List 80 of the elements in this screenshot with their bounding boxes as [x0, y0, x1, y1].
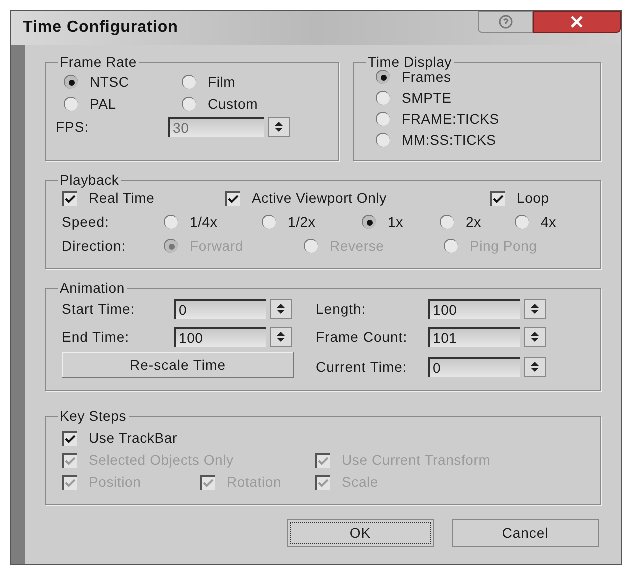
- checkbox[interactable]: [490, 190, 505, 206]
- rescale-button[interactable]: Re-scale Time: [62, 352, 294, 378]
- spinner-arrows-icon: [531, 360, 539, 372]
- checkmark-icon: [493, 194, 504, 204]
- radio-button[interactable]: [164, 215, 178, 229]
- option-label[interactable]: Custom: [208, 95, 258, 113]
- option-label[interactable]: 4x: [541, 213, 556, 231]
- field-label: End Time:: [62, 328, 131, 346]
- option-label[interactable]: SMPTE: [402, 89, 452, 107]
- checkmark-icon: [228, 194, 239, 204]
- radio-button[interactable]: [362, 215, 376, 229]
- option-label[interactable]: Use TrackBar: [89, 429, 178, 447]
- input-field[interactable]: 0: [174, 299, 266, 319]
- spinner-arrows-icon: [531, 331, 539, 343]
- spinner-button[interactable]: [524, 356, 546, 376]
- radio-button[interactable]: [64, 97, 78, 111]
- input-field[interactable]: 101: [428, 327, 520, 347]
- spinner-button[interactable]: [268, 117, 290, 137]
- input-field[interactable]: 100: [428, 299, 520, 319]
- spinner-arrows-icon: [275, 121, 283, 133]
- close-icon: [570, 16, 584, 28]
- radio-button[interactable]: [376, 112, 390, 126]
- checkbox[interactable]: [62, 190, 77, 206]
- checkmark-icon: [65, 456, 76, 466]
- radio-button[interactable]: [376, 91, 390, 105]
- ok-button[interactable]: OK: [287, 519, 434, 547]
- close-button[interactable]: [533, 11, 621, 33]
- cancel-button[interactable]: Cancel: [452, 519, 599, 547]
- spinner-arrows-icon: [531, 303, 539, 315]
- spinner-button[interactable]: [270, 299, 292, 319]
- group-title: Animation: [59, 279, 126, 297]
- option-label[interactable]: FRAME:TICKS: [402, 110, 500, 128]
- field-label: Length:: [316, 300, 368, 318]
- group-title: Playback: [59, 171, 120, 189]
- help-icon: [498, 15, 512, 29]
- field-label: Direction:: [62, 237, 128, 255]
- radio-button[interactable]: [376, 133, 390, 147]
- input-field[interactable]: 0: [428, 356, 520, 376]
- window-title: Time Configuration: [23, 19, 178, 37]
- spinner-button[interactable]: [270, 327, 292, 347]
- option-label[interactable]: Film: [208, 73, 236, 91]
- checkmark-icon: [318, 456, 329, 466]
- field-label: Frame Count:: [316, 328, 409, 346]
- field-label: Current Time:: [316, 358, 408, 376]
- radio-button[interactable]: [440, 215, 454, 229]
- checkmark-icon: [65, 194, 76, 204]
- field-label: FPS:: [56, 118, 90, 136]
- option-label[interactable]: PAL: [90, 95, 116, 113]
- field-label: Start Time:: [62, 300, 136, 318]
- spinner-button[interactable]: [524, 299, 546, 319]
- checkmark-icon: [318, 478, 329, 488]
- radio-button[interactable]: [262, 215, 276, 229]
- checkbox[interactable]: [225, 190, 240, 206]
- group-title: Key Steps: [59, 407, 128, 425]
- help-button[interactable]: [478, 11, 533, 33]
- option-label[interactable]: Real Time: [89, 189, 155, 207]
- option-label[interactable]: NTSC: [90, 73, 130, 91]
- option-label[interactable]: MM:SS:TICKS: [402, 131, 496, 149]
- checkmark-icon: [65, 478, 76, 488]
- radio-button[interactable]: [376, 70, 390, 84]
- radio-button[interactable]: [182, 75, 196, 89]
- checkmark-icon: [203, 478, 214, 488]
- group-title: Frame Rate: [59, 53, 138, 71]
- option-label[interactable]: 2x: [466, 213, 482, 231]
- spinner-arrows-icon: [277, 303, 285, 315]
- spinner-button[interactable]: [524, 327, 546, 347]
- option-label[interactable]: 1x: [388, 213, 404, 231]
- option-label[interactable]: Loop: [517, 189, 550, 207]
- field-label: Speed:: [62, 213, 110, 231]
- option-label[interactable]: 1/4x: [190, 213, 218, 231]
- spinner-arrows-icon: [277, 331, 285, 343]
- radio-button[interactable]: [182, 97, 196, 111]
- radio-button[interactable]: [515, 215, 529, 229]
- radio-button[interactable]: [64, 75, 78, 89]
- group-title: Time Display: [367, 53, 453, 71]
- checkbox[interactable]: [62, 430, 77, 446]
- input-field[interactable]: 100: [174, 327, 266, 347]
- checkmark-icon: [65, 434, 76, 444]
- option-label[interactable]: 1/2x: [288, 213, 316, 231]
- option-label[interactable]: Active Viewport Only: [252, 189, 387, 207]
